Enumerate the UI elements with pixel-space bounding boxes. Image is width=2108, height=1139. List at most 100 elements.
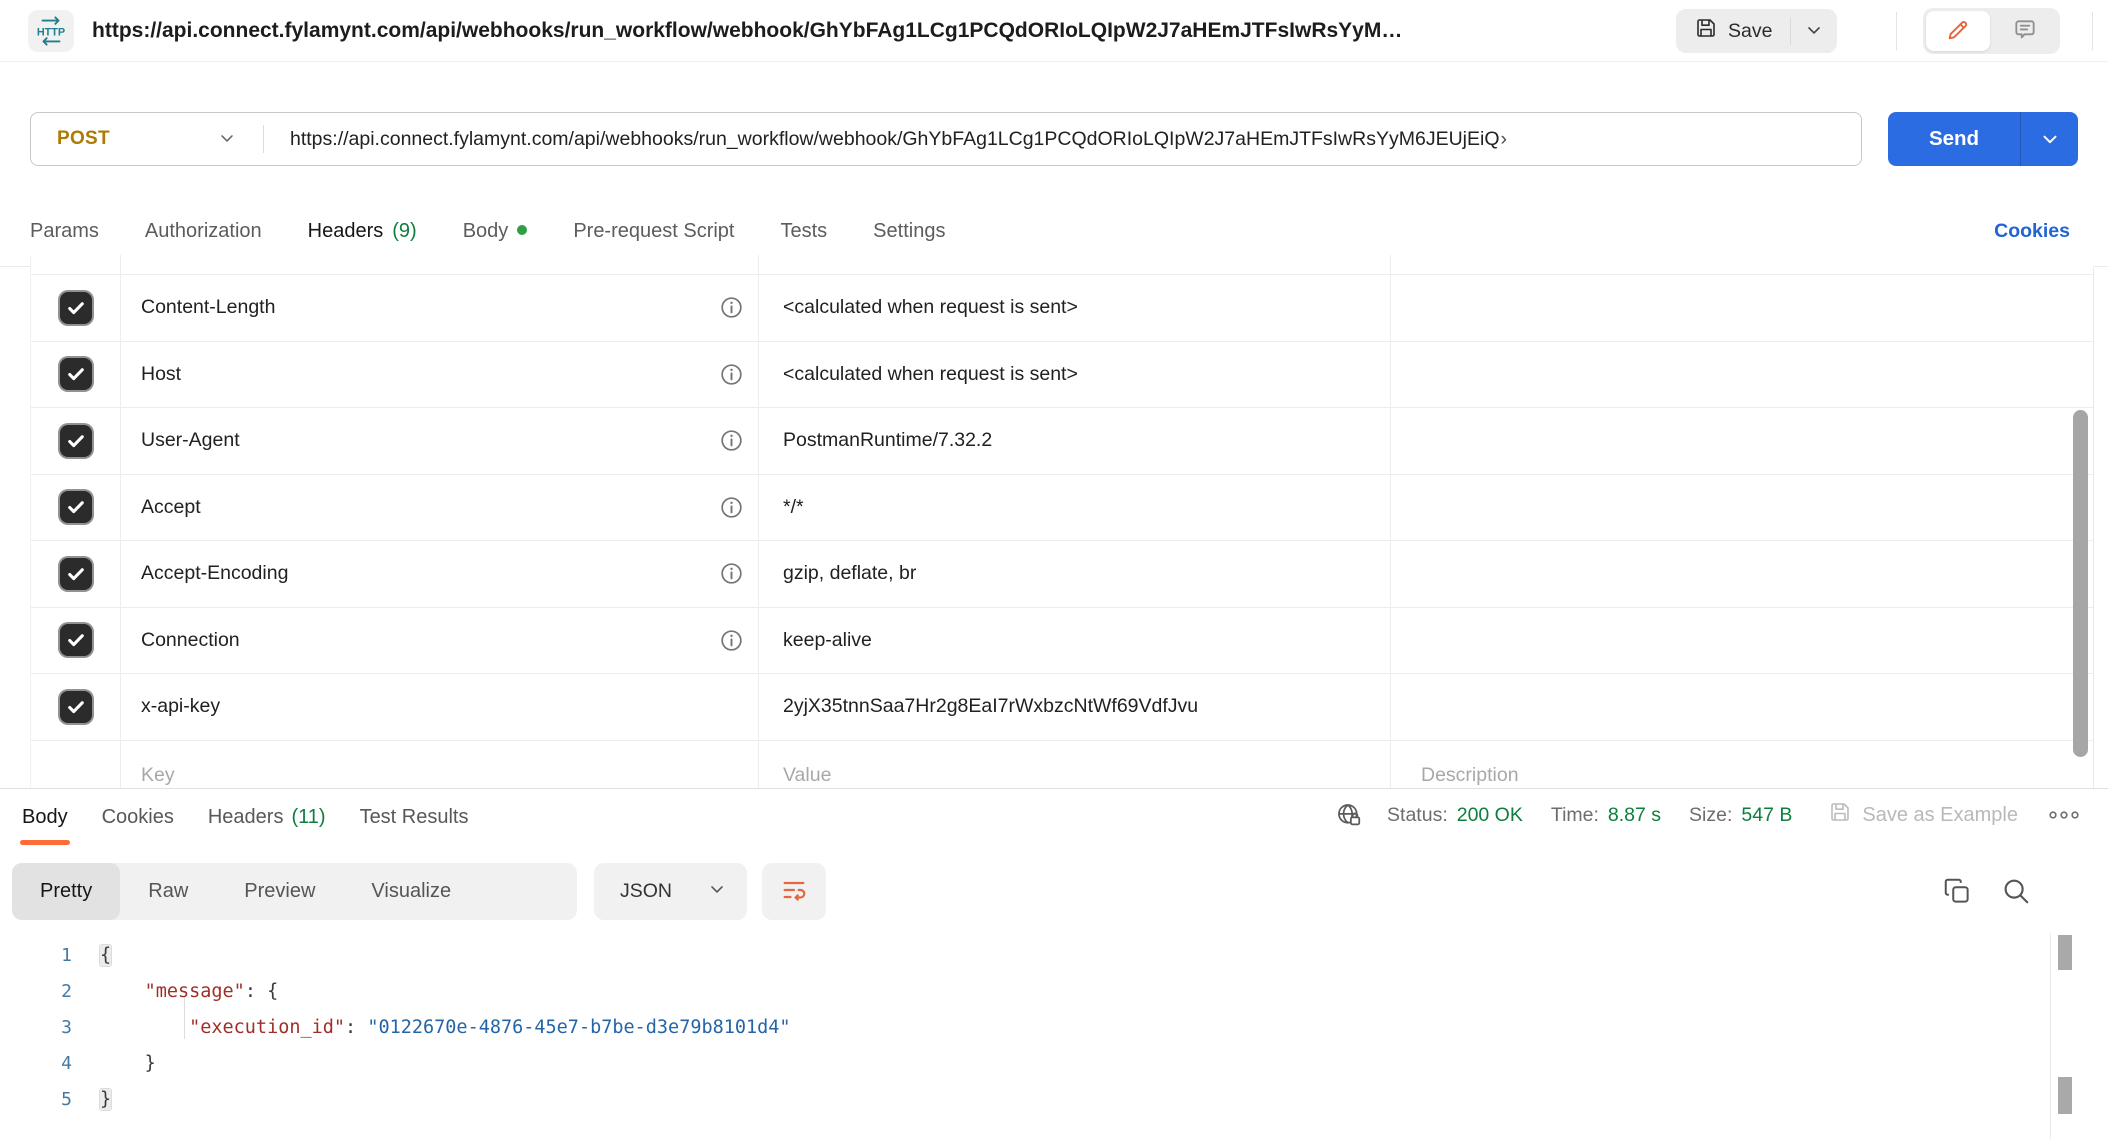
tab-label: Headers xyxy=(308,220,384,243)
key-cell[interactable]: Host xyxy=(121,342,759,408)
save-button[interactable]: Save xyxy=(1676,9,1790,53)
description-cell[interactable]: Description xyxy=(1391,741,2093,789)
checkbox-cell xyxy=(31,275,121,341)
chevron-down-icon xyxy=(217,128,237,151)
response-tab-cookies[interactable]: Cookies xyxy=(102,789,174,845)
more-actions-icon[interactable] xyxy=(2048,808,2080,822)
value-cell[interactable]: <calculated when request is sent> xyxy=(759,342,1391,408)
save-as-example-button[interactable]: Save as Example xyxy=(1828,800,2018,830)
key-cell[interactable]: Accept-Encoding xyxy=(121,541,759,607)
header-key: Content-Length xyxy=(141,296,275,319)
line-number: 5 xyxy=(28,1089,72,1110)
description-cell[interactable] xyxy=(1391,342,2093,408)
send-options-button[interactable] xyxy=(2021,112,2078,166)
format-select[interactable]: JSON xyxy=(594,863,747,920)
view-tab-pretty[interactable]: Pretty xyxy=(12,863,120,920)
table-row: Content-Length <calculated when request i… xyxy=(31,275,2093,342)
code-line: 4 } xyxy=(28,1045,2038,1081)
comments-button[interactable] xyxy=(1990,11,2060,51)
comment-icon xyxy=(2012,17,2038,46)
row-checkbox[interactable] xyxy=(60,558,92,590)
header-key: x-api-key xyxy=(141,695,220,718)
code-content: } xyxy=(100,1089,111,1110)
description-cell[interactable] xyxy=(1391,275,2093,341)
key-cell[interactable]: User-Agent xyxy=(121,408,759,474)
key-cell[interactable]: Accept xyxy=(121,475,759,541)
row-checkbox[interactable] xyxy=(60,425,92,457)
unsaved-changes-dot xyxy=(517,225,527,235)
url-input[interactable]: https://api.connect.fylamynt.com/api/web… xyxy=(264,113,1861,165)
description-cell[interactable] xyxy=(1391,475,2093,541)
key-cell[interactable]: x-api-key xyxy=(121,674,759,740)
info-icon xyxy=(719,295,744,320)
description-cell[interactable] xyxy=(1391,541,2093,607)
code-scroll-track xyxy=(2050,933,2051,1139)
line-number: 2 xyxy=(28,981,72,1002)
method-selector[interactable]: POST xyxy=(31,113,263,165)
value-cell[interactable]: <calculated when request is sent> xyxy=(759,275,1391,341)
key-placeholder: Key xyxy=(141,764,175,787)
value-cell[interactable]: gzip, deflate, br xyxy=(759,541,1391,607)
copy-response-button[interactable] xyxy=(1936,871,1978,913)
search-response-button[interactable] xyxy=(1995,871,2037,913)
response-tab-headers[interactable]: Headers(11) xyxy=(208,789,326,845)
checkbox-cell xyxy=(31,674,121,740)
header-value: PostmanRuntime/7.32.2 xyxy=(783,429,992,452)
row-checkbox[interactable] xyxy=(60,691,92,723)
token-key: "message" xyxy=(145,981,245,1002)
header-value: keep-alive xyxy=(783,629,872,652)
table-row-partial xyxy=(31,255,2093,275)
wrap-text-button[interactable] xyxy=(762,863,826,920)
request-title: https://api.connect.fylamynt.com/api/web… xyxy=(92,0,1402,62)
description-placeholder: Description xyxy=(1421,764,1519,787)
info-icon xyxy=(719,362,744,387)
value-cell[interactable]: 2yjX35tnnSaa7Hr2g8EaI7rWxbzcNtWf69VdfJvu xyxy=(759,674,1391,740)
value-cell[interactable]: PostmanRuntime/7.32.2 xyxy=(759,408,1391,474)
save-button-group: Save xyxy=(1676,9,1837,53)
code-line: 5} xyxy=(28,1081,2038,1117)
response-meta: Status: 200 OK Time: 8.87 s Size: 547 B … xyxy=(1335,793,2080,837)
row-checkbox[interactable] xyxy=(60,292,92,324)
table-rows: Content-Length <calculated when request i… xyxy=(31,275,2093,741)
edit-documentation-button[interactable] xyxy=(1926,11,1990,51)
value-cell[interactable]: Value xyxy=(759,741,1391,789)
code-line: 3 "execution_id": "0122670e-4876-45e7-b7… xyxy=(28,1009,2038,1045)
request-title-bar: HTTP https://api.connect.fylamynt.com/ap… xyxy=(0,0,2108,62)
row-checkbox[interactable] xyxy=(60,358,92,390)
response-tab-body[interactable]: Body xyxy=(22,789,68,845)
save-options-button[interactable] xyxy=(1791,9,1837,53)
line-number: 4 xyxy=(28,1053,72,1074)
row-checkbox[interactable] xyxy=(60,491,92,523)
view-tab-visualize[interactable]: Visualize xyxy=(343,863,479,920)
response-tab-test-results[interactable]: Test Results xyxy=(360,789,469,845)
value-cell[interactable]: */* xyxy=(759,475,1391,541)
response-tabs: Body Cookies Headers(11) Test Results xyxy=(22,789,469,845)
row-checkbox[interactable] xyxy=(60,624,92,656)
tab-label: Pre-request Script xyxy=(573,220,734,243)
svg-text:HTTP: HTTP xyxy=(37,26,65,38)
size-label: Size: xyxy=(1689,804,1732,827)
key-cell[interactable]: Content-Length xyxy=(121,275,759,341)
tab-label: Headers xyxy=(208,806,284,829)
value-cell[interactable]: keep-alive xyxy=(759,608,1391,674)
key-cell[interactable]: Connection xyxy=(121,608,759,674)
code-content: } xyxy=(100,1053,156,1074)
code-scroll-marker xyxy=(2058,1077,2072,1114)
header-value: <calculated when request is sent> xyxy=(783,296,1078,319)
code-scrollbar-thumb[interactable] xyxy=(2058,935,2072,970)
description-cell[interactable] xyxy=(1391,608,2093,674)
url-overflow-indicator: › xyxy=(1501,128,1508,151)
description-cell[interactable] xyxy=(1391,674,2093,740)
key-cell[interactable]: Key xyxy=(121,741,759,789)
status-value: 200 OK xyxy=(1457,804,1523,827)
send-button[interactable]: Send xyxy=(1888,112,2078,166)
description-cell[interactable] xyxy=(1391,408,2093,474)
view-tab-raw[interactable]: Raw xyxy=(120,863,216,920)
http-method-icon: HTTP xyxy=(28,10,74,52)
table-row: Host<calculated when request is sent> xyxy=(31,342,2093,409)
checkbox-cell xyxy=(31,741,121,789)
info-icon xyxy=(719,495,744,520)
view-tab-preview[interactable]: Preview xyxy=(216,863,343,920)
checkbox-cell xyxy=(31,342,121,408)
vertical-scrollbar-thumb[interactable] xyxy=(2073,410,2088,757)
